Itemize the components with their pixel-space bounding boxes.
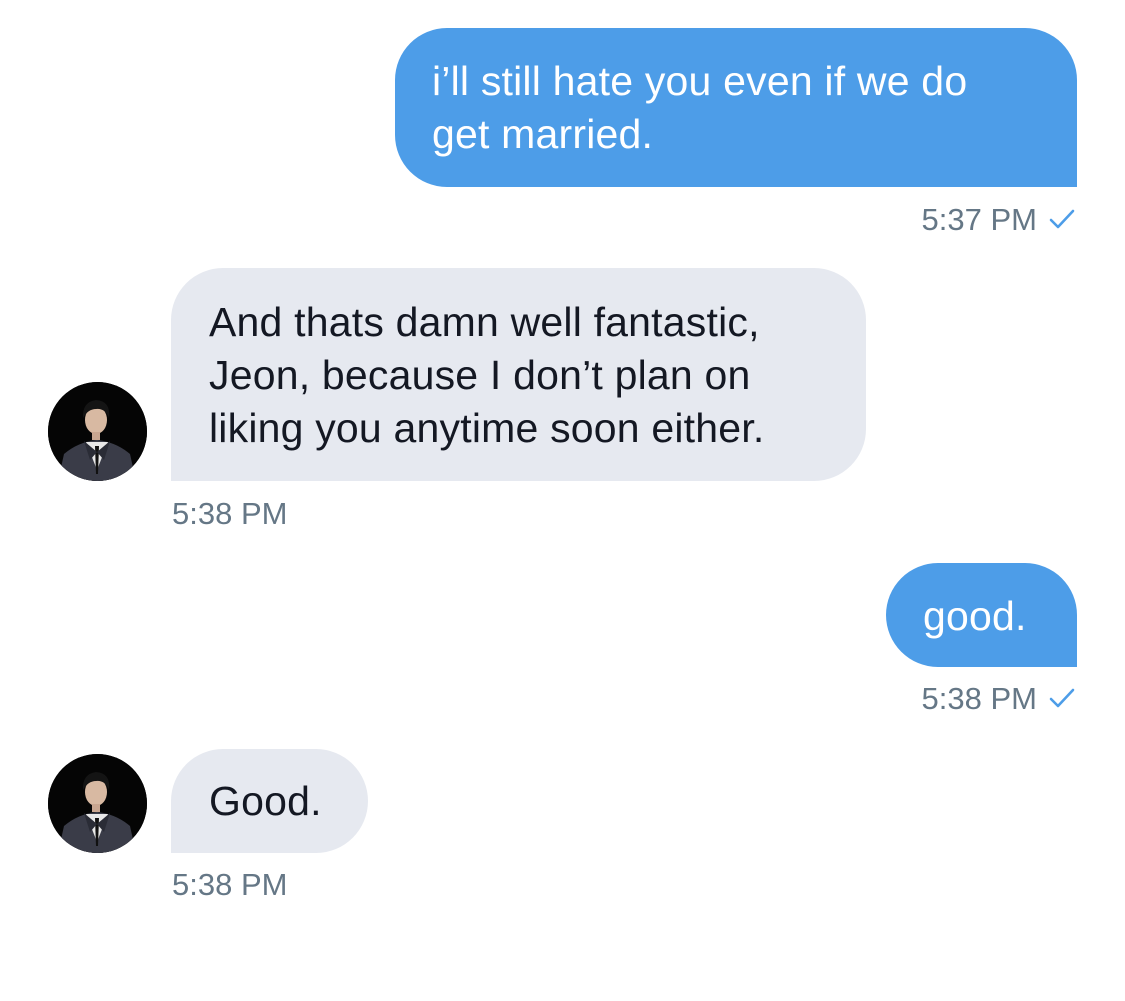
message-bubble-sent[interactable]: i’ll still hate you even if we do get ma… [395,28,1077,187]
avatar[interactable] [48,382,147,481]
message-bubble-received[interactable]: And thats damn well fantastic, Jeon, bec… [171,268,866,481]
message-bubble-sent[interactable]: good. [886,563,1077,667]
message-timestamp: 5:38 PM [172,496,287,532]
message-text-line: Good. [209,778,322,824]
message-timestamp: 5:37 PM [922,202,1075,240]
message-text-line: good. [923,593,1027,639]
message-text-line: get married. [432,111,654,157]
timestamp-text: 5:38 PM [172,867,288,902]
message-bubble-received[interactable]: Good. [171,749,368,853]
avatar[interactable] [48,754,147,853]
timestamp-text: 5:38 PM [921,681,1037,716]
check-icon [1049,202,1075,238]
message-text-line: i’ll still hate you even if we do [432,58,968,104]
check-icon [1049,681,1075,717]
message-text-line: Jeon, because I don’t plan on [209,352,751,398]
timestamp-text: 5:38 PM [172,496,288,531]
message-timestamp: 5:38 PM [172,867,287,903]
message-timestamp: 5:38 PM [922,681,1075,719]
timestamp-text: 5:37 PM [921,202,1037,237]
message-text-line: And thats damn well fantastic, [209,299,760,345]
message-text-line: liking you anytime soon either. [209,405,765,451]
